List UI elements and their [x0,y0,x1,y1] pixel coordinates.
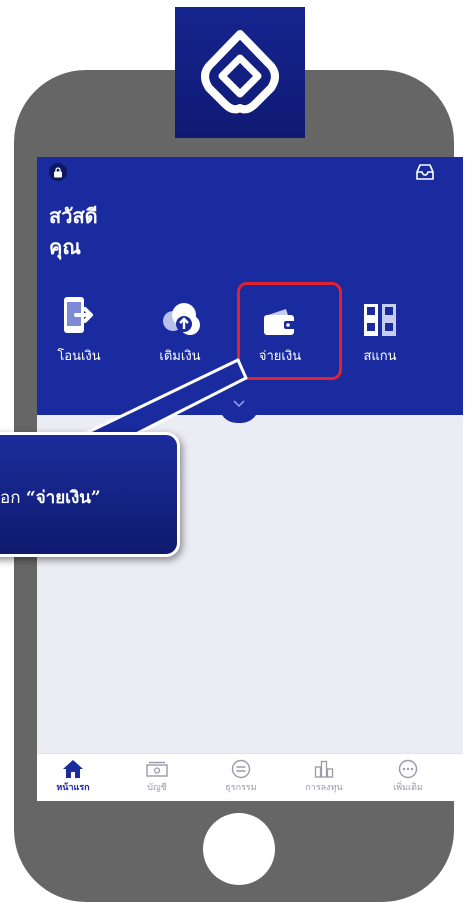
more-icon [398,759,418,779]
bank-logo [175,7,305,138]
phone-transfer-icon [64,297,93,333]
bottom-tab-bar: หน้าแรก บัญชี ธุรกรรม การลงทุน เพิ่มเติม [37,753,463,801]
cloud-upload-icon [163,303,200,335]
action-scan[interactable]: สแกน [340,297,420,366]
action-scan-label: สแกน [363,349,397,364]
banknote-icon [146,761,168,777]
lock-icon[interactable] [49,163,67,181]
chart-icon [314,760,334,778]
action-transfer[interactable]: โอนเงิน [39,297,119,366]
tab-accounts-label: บัญชี [147,783,167,793]
inbox-icon[interactable] [415,163,435,185]
home-icon [63,760,83,778]
tab-more-label: เพิ่มเติม [393,783,423,793]
greeting-line-1: สวัสดี [49,204,98,228]
action-transfer-label: โอนเงิน [57,349,101,364]
lotus-logo-icon [201,29,279,113]
tab-transactions[interactable]: ธุรกรรม [211,758,271,794]
highlight-frame-pay [237,282,342,380]
action-topup[interactable]: เติมเงิน [140,297,220,366]
tab-transactions-label: ธุรกรรม [225,783,257,793]
greeting-line-2: คุณ [49,235,81,259]
callout-text: อก “จ่ายเงิน” [0,484,101,511]
tab-home-label: หน้าแรก [56,783,90,793]
action-topup-label: เติมเงิน [159,349,201,364]
tab-investments-label: การลงทุน [305,783,343,793]
transfer-circle-icon [231,759,251,779]
chevron-down-icon [233,400,245,408]
tab-home[interactable]: หน้าแรก [43,758,103,794]
qr-scan-icon [364,304,396,336]
tab-investments[interactable]: การลงทุน [294,758,354,794]
tab-accounts[interactable]: บัญชี [127,758,187,794]
tab-more[interactable]: เพิ่มเติม [378,758,438,794]
phone-home-button [203,813,275,885]
callout-highlight: “จ่ายเงิน” [25,488,101,508]
callout-prefix: อก [0,488,26,508]
